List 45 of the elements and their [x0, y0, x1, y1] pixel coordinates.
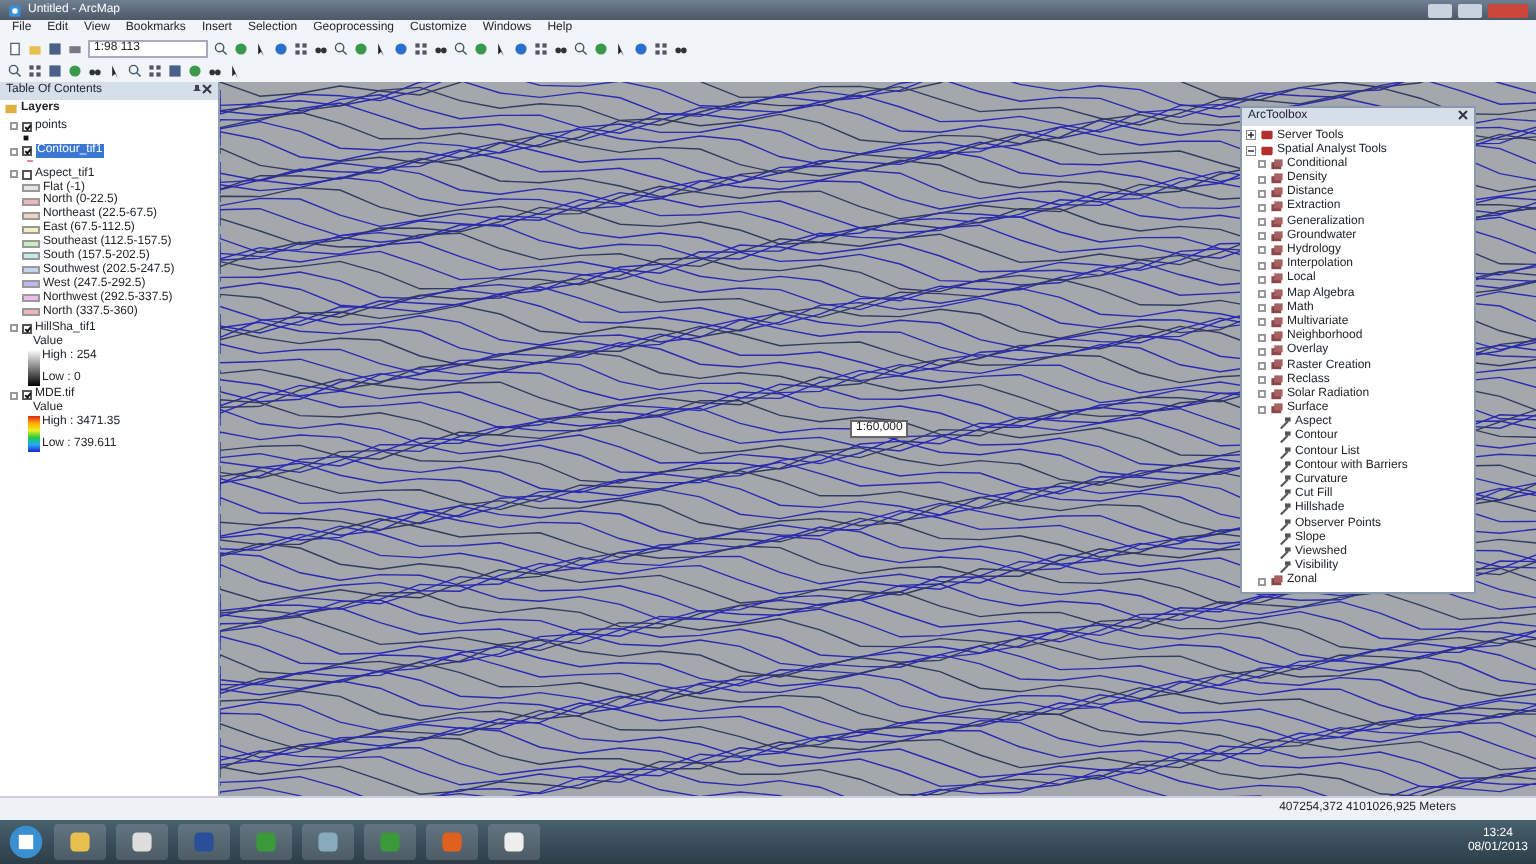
binoculars-icon[interactable] [674, 42, 688, 56]
app-icon [8, 3, 22, 17]
grid-icon[interactable] [414, 42, 428, 56]
zoom-in-icon[interactable] [128, 64, 142, 78]
zoom-in-icon[interactable] [214, 42, 228, 56]
binoculars-icon[interactable] [314, 42, 328, 56]
binoculars-icon[interactable] [88, 64, 102, 78]
minimize-button[interactable] [1428, 3, 1452, 17]
zoom-in-icon[interactable] [334, 42, 348, 56]
expand-icon[interactable] [1245, 130, 1255, 141]
binoculars-icon[interactable] [208, 64, 222, 78]
collapse-toggle[interactable] [9, 170, 17, 179]
toolset-icon [1269, 574, 1283, 589]
layer-checkbox[interactable] [21, 146, 31, 157]
binoculars-icon[interactable] [434, 42, 448, 56]
grid-icon[interactable] [28, 64, 42, 78]
start-icon[interactable] [8, 824, 44, 860]
collapse-icon[interactable] [1245, 145, 1255, 156]
zoom-in-icon[interactable] [8, 64, 22, 78]
layer-checkbox[interactable] [21, 323, 31, 334]
zoom-in-icon[interactable] [574, 42, 588, 56]
grid-icon[interactable] [654, 42, 668, 56]
layer-checkbox[interactable] [21, 121, 31, 132]
collapse-toggle[interactable] [9, 391, 17, 400]
pointer-icon[interactable] [108, 64, 122, 78]
line-symbol-icon [21, 158, 37, 165]
expand-toggle[interactable] [1257, 577, 1265, 586]
grid-icon[interactable] [294, 42, 308, 56]
zoom-in-icon[interactable] [454, 42, 468, 56]
pointer-icon[interactable] [494, 42, 508, 56]
layer-checkbox[interactable] [21, 390, 31, 401]
collapse-toggle[interactable] [9, 324, 17, 333]
pointer-icon[interactable] [374, 42, 388, 56]
collapse-toggle[interactable] [9, 122, 17, 131]
close-icon[interactable] [202, 84, 212, 94]
maximize-button[interactable] [1458, 3, 1482, 17]
point-symbol-icon [21, 133, 29, 142]
grid-icon[interactable] [534, 42, 548, 56]
binoculars-icon[interactable] [554, 42, 568, 56]
file-icon[interactable] [8, 42, 22, 56]
pointer-icon[interactable] [614, 42, 628, 56]
collapse-toggle[interactable] [9, 147, 17, 156]
close-icon[interactable] [1458, 110, 1468, 120]
layer-checkbox[interactable] [21, 169, 31, 180]
grid-icon[interactable] [148, 64, 162, 78]
